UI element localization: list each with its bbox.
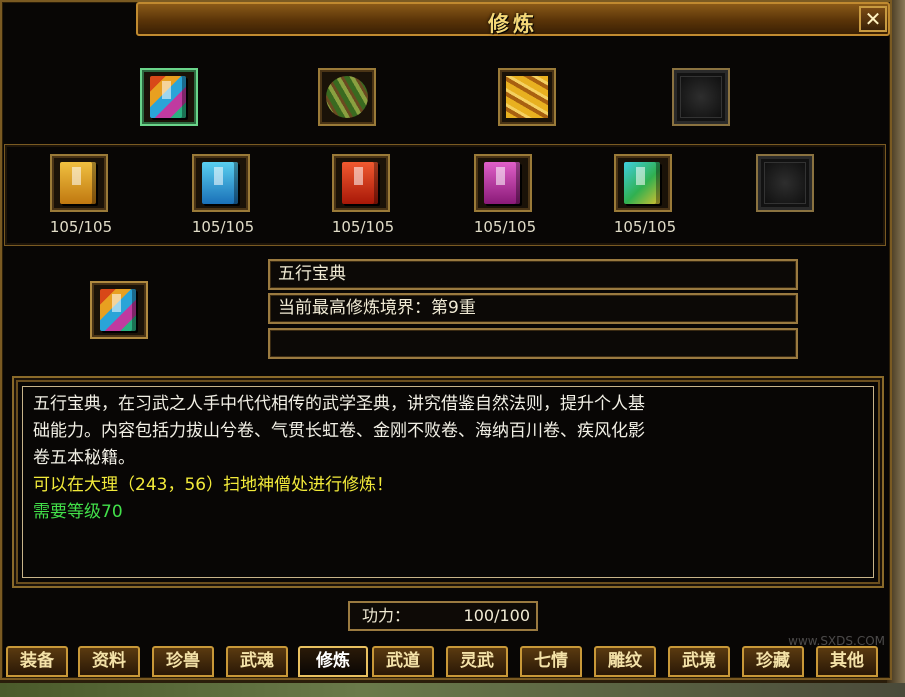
close-button[interactable]: ✕ <box>859 6 887 32</box>
tab-cultivation[interactable]: 修炼 <box>298 646 368 677</box>
wuxing-book-icon <box>100 289 136 331</box>
window-title: 修炼 <box>488 11 538 36</box>
slot-empty-top[interactable] <box>672 68 730 126</box>
cultivation-realm-field: 当前最高修炼境界：第9重 <box>268 293 798 324</box>
power-value: 100/100 <box>463 606 530 625</box>
tab-spirit-weapon[interactable]: 灵武 <box>446 646 508 677</box>
description-panel: 五行宝典，在习武之人手中代代相传的武学圣典，讲究借鉴自然法则，提升个人基 础能力… <box>12 376 884 588</box>
slot-green-book[interactable] <box>614 154 672 212</box>
yellow-book-icon <box>60 162 96 204</box>
game-world-background <box>0 683 905 697</box>
slot-empty-sub[interactable] <box>756 154 814 212</box>
purple-book-count: 105/105 <box>473 218 537 236</box>
red-book-count: 105/105 <box>331 218 395 236</box>
selected-item-preview <box>90 281 148 339</box>
tab-martial-way[interactable]: 武道 <box>372 646 434 677</box>
golden-scroll-icon <box>506 76 548 118</box>
description-line: 卷五本秘籍。 <box>33 448 135 468</box>
empty-slot-icon <box>764 162 806 204</box>
description-text: 五行宝典，在习武之人手中代代相传的武学圣典，讲究借鉴自然法则，提升个人基 础能力… <box>22 386 874 578</box>
sub-book-panel <box>4 144 886 246</box>
slot-yellow-book[interactable] <box>50 154 108 212</box>
wuxing-book-icon <box>150 76 186 118</box>
red-book-icon <box>342 162 378 204</box>
tab-equipment[interactable]: 装备 <box>6 646 68 677</box>
purple-book-icon <box>484 162 520 204</box>
bamboo-scroll-icon <box>326 76 368 118</box>
tab-other[interactable]: 其他 <box>816 646 878 677</box>
empty-info-field <box>268 328 798 359</box>
slot-blue-book[interactable] <box>192 154 250 212</box>
title-bar[interactable]: 修炼 <box>136 2 890 36</box>
blue-book-icon <box>202 162 238 204</box>
tab-engraving[interactable]: 雕纹 <box>594 646 656 677</box>
slot-red-book[interactable] <box>332 154 390 212</box>
green-book-count: 105/105 <box>613 218 677 236</box>
item-name-field: 五行宝典 <box>268 259 798 290</box>
power-display: 功力： 100/100 <box>348 601 538 631</box>
description-line: 五行宝典，在习武之人手中代代相传的武学圣典，讲究借鉴自然法则，提升个人基 <box>33 394 645 414</box>
tab-martial-realm[interactable]: 武境 <box>668 646 730 677</box>
yellow-book-count: 105/105 <box>49 218 113 236</box>
green-book-icon <box>624 162 660 204</box>
slot-wuxing-book[interactable] <box>140 68 198 126</box>
power-label: 功力： <box>362 606 411 625</box>
empty-slot-icon <box>680 76 722 118</box>
slot-purple-book[interactable] <box>474 154 532 212</box>
level-requirement: 需要等级70 <box>33 502 123 522</box>
slot-bamboo-scroll[interactable] <box>318 68 376 126</box>
tab-pets[interactable]: 珍兽 <box>152 646 214 677</box>
description-line: 础能力。内容包括力拔山兮卷、气贯长虹卷、金刚不败卷、海纳百川卷、疾风化影 <box>33 421 645 441</box>
tab-martial-soul[interactable]: 武魂 <box>226 646 288 677</box>
blue-book-count: 105/105 <box>191 218 255 236</box>
location-hint: 可以在大理（243，56）扫地神僧处进行修炼！ <box>33 475 394 495</box>
tab-emotions[interactable]: 七情 <box>520 646 582 677</box>
slot-golden-scroll[interactable] <box>498 68 556 126</box>
tab-profile[interactable]: 资料 <box>78 646 140 677</box>
tab-collection[interactable]: 珍藏 <box>742 646 804 677</box>
